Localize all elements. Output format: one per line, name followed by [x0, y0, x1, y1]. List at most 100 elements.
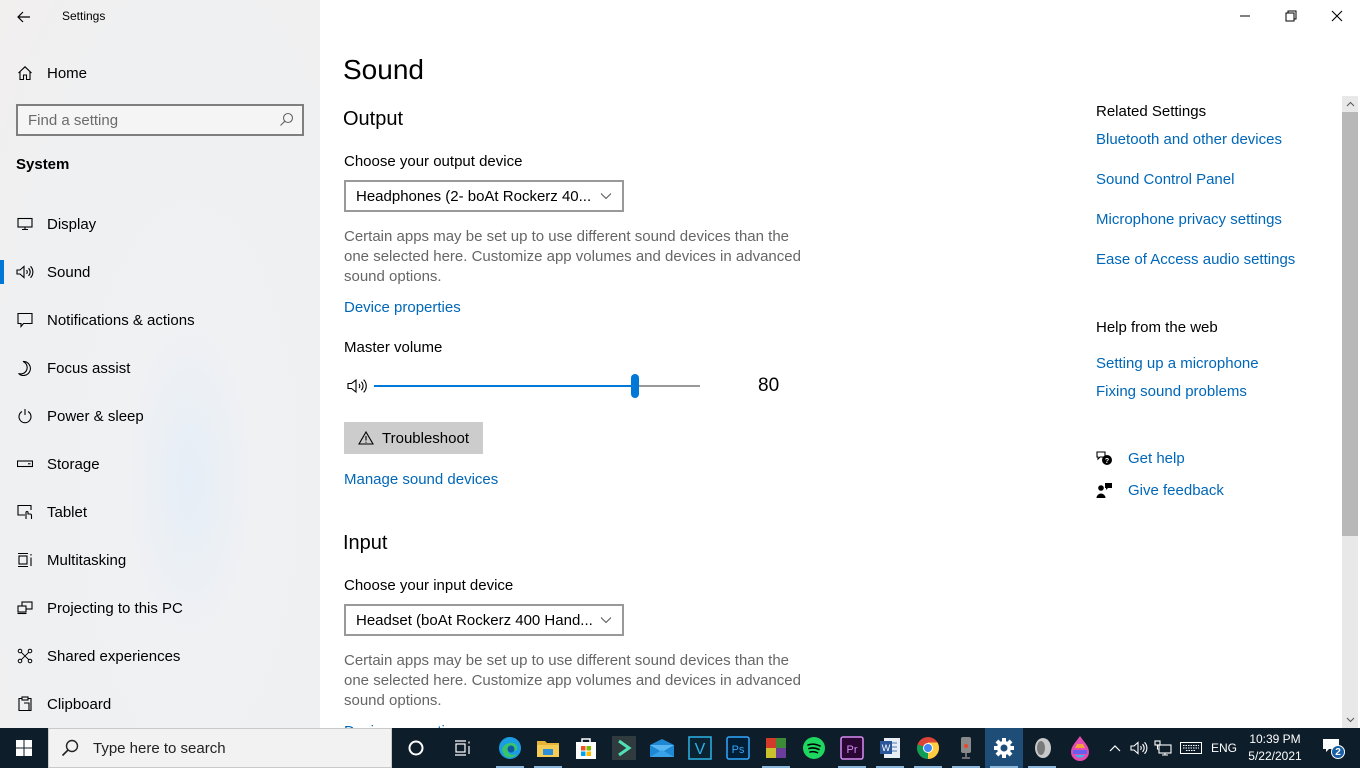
related-link-sound-control-panel[interactable]: Sound Control Panel	[1096, 171, 1234, 188]
app-title: Settings	[62, 9, 106, 23]
file-explorer-icon	[537, 741, 559, 757]
taskbar-app-winrar[interactable]	[757, 728, 795, 768]
vegas-icon: V	[688, 736, 712, 760]
speaker-icon[interactable]	[347, 378, 369, 394]
help-link-microphone[interactable]: Setting up a microphone	[1096, 355, 1259, 372]
input-description: Certain apps may be set up to use differ…	[344, 652, 801, 709]
taskbar-app-spotify[interactable]	[795, 728, 833, 768]
speaker-icon	[16, 263, 34, 281]
spotify-icon	[803, 737, 825, 759]
input-device-dropdown[interactable]: Headset (boAt Rockerz 400 Hand...	[344, 604, 624, 636]
taskbar-app-vegas[interactable]: V	[681, 728, 719, 768]
find-setting-search[interactable]	[16, 104, 304, 136]
taskbar-app-microsoft-store[interactable]	[567, 728, 605, 768]
settings-gear-icon	[994, 738, 1014, 758]
taskbar-app-paint[interactable]	[1061, 728, 1099, 768]
master-volume-slider[interactable]	[374, 374, 700, 398]
svg-text:?: ?	[1105, 458, 1109, 465]
scroll-up-button[interactable]	[1342, 96, 1358, 112]
scrollbar[interactable]	[1342, 96, 1358, 728]
sidebar-item-sound[interactable]: Sound	[0, 248, 320, 296]
give-feedback-link[interactable]: Give feedback	[1096, 482, 1224, 499]
help-web-heading: Help from the web	[1096, 319, 1218, 336]
restore-button[interactable]	[1268, 0, 1314, 32]
sidebar-item-focus-assist[interactable]: Focus assist	[0, 344, 320, 392]
taskbar-app-edge[interactable]	[491, 728, 529, 768]
task-view-button[interactable]	[444, 728, 482, 768]
home-label: Home	[47, 64, 88, 82]
manage-sound-devices-link[interactable]: Manage sound devices	[344, 471, 498, 488]
taskbar-app-filmora[interactable]	[605, 728, 643, 768]
related-link-bluetooth[interactable]: Bluetooth and other devices	[1096, 131, 1282, 148]
volume-tray-button[interactable]	[1128, 728, 1150, 768]
find-setting-input[interactable]	[18, 111, 268, 129]
show-hidden-icons-button[interactable]	[1104, 728, 1126, 768]
sidebar-item-shared-experiences[interactable]: Shared experiences	[0, 632, 320, 680]
taskbar-app-audio[interactable]	[1023, 728, 1061, 768]
taskbar-app-word[interactable]: W	[871, 728, 909, 768]
svg-text:V: V	[695, 741, 706, 758]
back-button[interactable]	[10, 4, 38, 30]
moon-icon	[16, 359, 34, 377]
network-tray-button[interactable]	[1152, 728, 1174, 768]
sidebar-nav: Display Sound Notifications & actions Fo…	[0, 200, 320, 728]
section-label-system: System	[16, 156, 70, 173]
master-volume-value: 80	[758, 375, 780, 396]
sidebar-item-label: Storage	[47, 455, 100, 473]
microsoft-store-icon	[576, 738, 596, 759]
master-volume-thumb[interactable]	[630, 374, 639, 398]
output-device-dropdown[interactable]: Headphones (2- boAt Rockerz 40...	[344, 180, 624, 212]
taskbar-app-settings[interactable]	[985, 728, 1023, 768]
scrollbar-thumb[interactable]	[1342, 112, 1358, 536]
taskbar-app-voice-recorder[interactable]	[947, 728, 985, 768]
minimize-button[interactable]	[1222, 0, 1268, 32]
related-link-ease-of-access-audio[interactable]: Ease of Access audio settings	[1096, 251, 1295, 268]
search-icon[interactable]	[279, 112, 294, 132]
taskbar-app-mail[interactable]	[643, 728, 681, 768]
output-description: Certain apps may be set up to use differ…	[344, 228, 801, 285]
winrar-icon	[766, 738, 786, 758]
network-ethernet-icon	[1154, 740, 1172, 756]
touch-keyboard-button[interactable]	[1178, 728, 1204, 768]
taskbar-app-file-explorer[interactable]	[529, 728, 567, 768]
action-center-button[interactable]: 2	[1314, 728, 1352, 768]
chevron-down-icon	[1346, 717, 1354, 723]
sidebar-item-projecting[interactable]: Projecting to this PC	[0, 584, 320, 632]
svg-text:Pr: Pr	[847, 744, 858, 756]
clock-time: 10:39 PM	[1249, 732, 1301, 746]
sidebar-home[interactable]: Home	[16, 60, 87, 86]
chrome-icon	[917, 737, 939, 759]
sidebar-item-clipboard[interactable]: Clipboard	[0, 680, 320, 728]
chevron-down-icon	[600, 193, 612, 200]
start-button[interactable]	[0, 728, 48, 768]
task-view-icon	[455, 740, 470, 756]
storage-icon	[16, 455, 34, 473]
sidebar-item-storage[interactable]: Storage	[0, 440, 320, 488]
cortana-icon	[408, 740, 424, 756]
sidebar-item-notifications[interactable]: Notifications & actions	[0, 296, 320, 344]
output-device-properties-link[interactable]: Device properties	[344, 299, 461, 316]
sidebar-item-tablet[interactable]: Tablet	[0, 488, 320, 536]
taskbar-app-chrome[interactable]	[909, 728, 947, 768]
sidebar-item-multitasking[interactable]: Multitasking	[0, 536, 320, 584]
get-help-link[interactable]: ? Get help	[1096, 450, 1185, 467]
language-indicator[interactable]: ENG	[1208, 728, 1240, 768]
taskbar-clock[interactable]: 10:39 PM 5/22/2021	[1244, 731, 1306, 765]
close-icon	[1331, 10, 1343, 22]
word-icon: W	[880, 738, 900, 758]
close-button[interactable]	[1314, 0, 1360, 32]
taskbar-app-photoshop[interactable]: Ps	[719, 728, 757, 768]
taskbar-app-premiere-pro[interactable]: Pr	[833, 728, 871, 768]
sidebar-item-display[interactable]: Display	[0, 200, 320, 248]
related-link-microphone-privacy[interactable]: Microphone privacy settings	[1096, 211, 1282, 228]
help-link-sound-problems[interactable]: Fixing sound problems	[1096, 383, 1247, 400]
home-icon	[16, 64, 34, 82]
premiere-pro-icon: Pr	[840, 736, 864, 760]
troubleshoot-button[interactable]: Troubleshoot	[344, 422, 483, 454]
master-volume-row: 80	[344, 374, 784, 400]
speaker-icon	[1130, 741, 1148, 755]
cortana-button[interactable]	[397, 728, 435, 768]
taskbar-search[interactable]: Type here to search	[48, 728, 392, 768]
scroll-down-button[interactable]	[1342, 712, 1358, 728]
sidebar-item-power-sleep[interactable]: Power & sleep	[0, 392, 320, 440]
